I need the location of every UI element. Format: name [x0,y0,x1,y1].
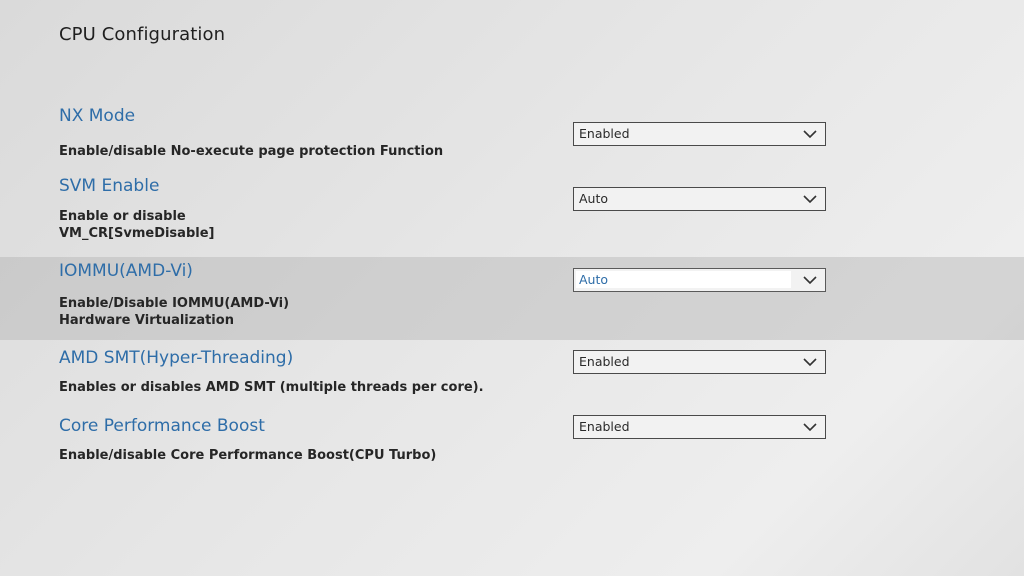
setting-row-amd-smt[interactable]: AMD SMT(Hyper-Threading) Enables or disa… [0,342,1024,408]
setting-description-line: Enables or disables AMD SMT (multiple th… [59,380,484,395]
setting-description-line: VM_CR[SvmeDisable] [59,226,215,241]
chevron-down-icon [803,276,817,285]
setting-description-line: Enable/Disable IOMMU(AMD-Vi) [59,296,290,311]
setting-name: NX Mode [59,106,136,126]
dropdown-value: Enabled [579,354,630,369]
setting-name: IOMMU(AMD-Vi) [59,261,193,281]
iommu-dropdown[interactable]: Auto [573,268,826,292]
setting-description-line: Enable or disable [59,209,186,224]
setting-description-line: Enable/disable Core Performance Boost(CP… [59,448,437,463]
setting-description: Enable or disable VM_CR[SvmeDisable] [59,208,214,242]
setting-row-iommu[interactable]: IOMMU(AMD-Vi) Enable/Disable IOMMU(AMD-V… [0,257,1024,340]
chevron-down-icon [803,358,817,367]
setting-description: Enable/disable No-execute page protectio… [59,143,443,160]
setting-description: Enable/Disable IOMMU(AMD-Vi) Hardware Vi… [59,295,289,329]
setting-row-svm-enable[interactable]: SVM Enable Enable or disable VM_CR[SvmeD… [0,170,1024,254]
dropdown-value: Auto [579,272,609,287]
setting-name: SVM Enable [59,176,160,196]
setting-description-line: Hardware Virtualization [59,313,234,328]
setting-name: AMD SMT(Hyper-Threading) [59,348,294,368]
amd-smt-dropdown[interactable]: Enabled [573,350,826,374]
core-performance-boost-dropdown[interactable]: Enabled [573,415,826,439]
dropdown-value: Enabled [579,126,630,141]
setting-row-core-performance-boost[interactable]: Core Performance Boost Enable/disable Co… [0,410,1024,476]
setting-description-line: Enable/disable No-execute page protectio… [59,144,444,159]
chevron-down-icon [803,423,817,432]
setting-description: Enable/disable Core Performance Boost(CP… [59,447,436,464]
svm-enable-dropdown[interactable]: Auto [573,187,826,211]
setting-name: Core Performance Boost [59,416,265,436]
setting-row-nx-mode[interactable]: NX Mode Enable/disable No-execute page p… [0,100,1024,168]
chevron-down-icon [803,130,817,139]
dropdown-highlight [576,271,791,288]
dropdown-value: Auto [579,191,609,206]
chevron-down-icon [803,195,817,204]
dropdown-value: Enabled [579,419,630,434]
setting-description: Enables or disables AMD SMT (multiple th… [59,379,484,396]
nx-mode-dropdown[interactable]: Enabled [573,122,826,146]
page-title: CPU Configuration [59,24,226,45]
